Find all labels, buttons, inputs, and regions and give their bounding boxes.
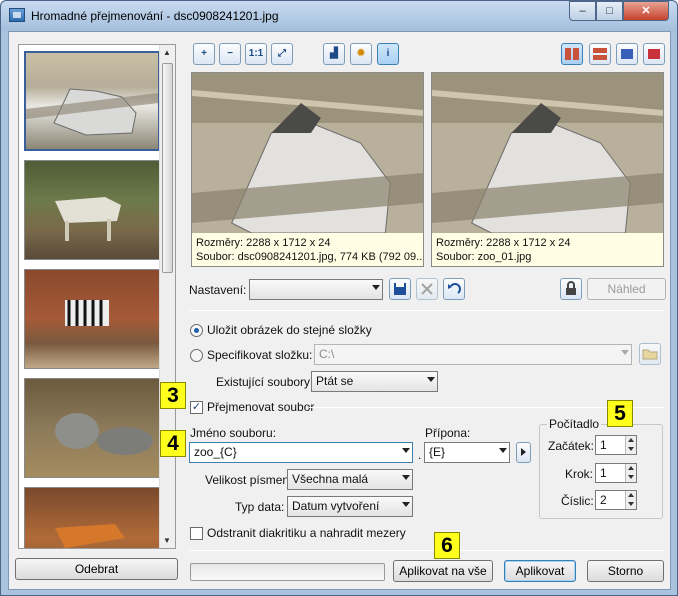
date-type-select[interactable]: Datum vytvoření <box>287 496 413 517</box>
remove-button[interactable]: Odebrat <box>15 558 178 580</box>
undo-icon[interactable] <box>443 278 465 300</box>
actual-size-icon[interactable]: 1:1 <box>245 43 267 65</box>
rename-checkbox[interactable]: ✓ <box>190 401 203 414</box>
counter-step-label: Krok: <box>565 467 594 481</box>
chevron-down-icon <box>402 448 410 453</box>
settings-dropdown[interactable] <box>249 279 383 300</box>
divider <box>189 550 664 551</box>
marker-6: 6 <box>434 532 460 559</box>
folder-input[interactable]: C:\ <box>314 344 632 365</box>
cancel-button[interactable]: Storno <box>587 560 664 582</box>
filename-input[interactable]: zoo_{C} <box>189 442 413 463</box>
settings-label: Nastavení: <box>189 283 247 297</box>
zoom-out-icon[interactable]: − <box>219 43 241 65</box>
tigers-image <box>55 524 125 548</box>
counter-start-input[interactable]: 1 <box>595 435 637 455</box>
chevron-down-icon <box>427 377 435 382</box>
horse-image <box>55 197 121 241</box>
chevron-down-icon <box>621 350 629 355</box>
result-dimensions: Rozměry: 2288 x 1712 x 24 <box>436 237 571 249</box>
counter-title: Počítadlo <box>547 417 602 431</box>
thumbnail-scrollbar[interactable]: ▲ ▼ <box>159 45 175 548</box>
original-dimensions: Rozměry: 2288 x 1712 x 24 <box>196 237 331 249</box>
pony-image <box>26 88 158 136</box>
chevron-down-icon <box>499 448 507 453</box>
zebra-image <box>65 300 109 326</box>
spin-arrows-icon[interactable] <box>625 491 636 509</box>
existing-files-select[interactable]: Ptát se <box>311 371 438 392</box>
same-folder-radio[interactable] <box>190 324 203 337</box>
extension-label: Přípona: <box>425 426 471 440</box>
original-file: Soubor: dsc0908241201.jpg, 774 KB (792 0… <box>196 251 422 263</box>
spin-arrows-icon[interactable] <box>625 436 636 454</box>
apply-button[interactable]: Aplikovat <box>504 560 576 582</box>
window: Hromadné přejmenování - dsc0908241201.jp… <box>0 0 678 596</box>
specify-folder-label: Specifikovat složku: <box>207 348 313 362</box>
remove-diacritics-checkbox[interactable] <box>190 527 203 540</box>
preview-button[interactable]: Náhled <box>587 278 666 300</box>
split-vertical-icon[interactable] <box>561 43 583 65</box>
preview-result: Rozměry: 2288 x 1712 x 24 Soubor: zoo_01… <box>431 72 664 267</box>
same-folder-label: Uložit obrázek do stejné složky <box>207 323 372 337</box>
spin-arrows-icon[interactable] <box>625 464 636 482</box>
close-button[interactable]: ✕ <box>623 1 669 21</box>
progress-bar <box>190 563 385 581</box>
lock-icon[interactable] <box>560 278 582 300</box>
result-view-icon[interactable] <box>643 43 665 65</box>
apply-all-button[interactable]: Aplikovat na vše <box>393 560 493 582</box>
preview-original: Rozměry: 2288 x 1712 x 24 Soubor: dsc090… <box>191 72 424 267</box>
chevron-down-icon <box>372 285 380 290</box>
counter-start-label: Začátek: <box>548 439 595 453</box>
delete-settings-icon[interactable] <box>416 278 438 300</box>
remove-diacritics-label: Odstranit diakritiku a nahradit mezery <box>207 526 406 540</box>
thumbnail-horse[interactable] <box>24 160 160 260</box>
chevron-down-icon <box>402 502 410 507</box>
counter-digits-label: Číslic: <box>561 494 594 508</box>
histogram-icon[interactable]: ▟ <box>323 43 345 65</box>
marker-4: 4 <box>160 430 186 457</box>
minimize-button[interactable]: ‒ <box>569 1 596 21</box>
specify-folder-radio[interactable] <box>190 349 203 362</box>
dialog-client: ▲ ▼ Odebrat + − 1:1 ⤢ ▟ ✹ i Rozměry: 228… <box>8 31 671 590</box>
split-horizontal-icon[interactable] <box>589 43 611 65</box>
rename-label: Přejmenovat soubor <box>207 400 315 414</box>
insert-macro-icon[interactable] <box>516 442 531 463</box>
preview-result-image <box>432 73 663 233</box>
title-bar[interactable]: Hromadné přejmenování - dsc0908241201.jp… <box>1 1 677 31</box>
scroll-down-icon[interactable]: ▼ <box>163 536 171 545</box>
browse-folder-icon[interactable] <box>639 343 661 365</box>
scrollbar-thumb[interactable] <box>162 63 173 273</box>
letter-case-label: Velikost písmen: <box>205 473 293 487</box>
chevron-down-icon <box>402 475 410 480</box>
elephants-image <box>55 413 153 455</box>
counter-digits-input[interactable]: 2 <box>595 490 637 510</box>
fit-window-icon[interactable]: ⤢ <box>271 43 293 65</box>
preview-original-image <box>192 73 423 233</box>
divider <box>189 310 664 311</box>
thumbnail-list[interactable]: ▲ ▼ <box>18 44 176 549</box>
marker-3: 3 <box>160 382 186 409</box>
date-type-label: Typ data: <box>235 500 285 514</box>
original-view-icon[interactable] <box>616 43 638 65</box>
save-settings-icon[interactable] <box>389 278 411 300</box>
result-file: Soubor: zoo_01.jpg <box>436 251 532 263</box>
effects-icon[interactable]: ✹ <box>350 43 372 65</box>
extension-input[interactable]: {E} <box>424 442 510 463</box>
thumbnail-zebra[interactable] <box>24 269 160 369</box>
counter-step-input[interactable]: 1 <box>595 463 637 483</box>
marker-5: 5 <box>607 400 633 427</box>
thumbnail-elephants[interactable] <box>24 378 160 478</box>
app-icon <box>9 8 25 22</box>
thumbnail-pony-selected[interactable] <box>24 51 160 151</box>
maximize-button[interactable]: □ <box>596 1 623 21</box>
info-icon[interactable]: i <box>377 43 399 65</box>
thumbnail-tigers[interactable] <box>24 487 160 548</box>
filename-label: Jméno souboru: <box>190 426 277 440</box>
zoom-in-icon[interactable]: + <box>193 43 215 65</box>
window-title: Hromadné přejmenování - dsc0908241201.jp… <box>31 9 279 23</box>
existing-files-label: Existující soubory: <box>216 375 314 389</box>
scroll-up-icon[interactable]: ▲ <box>163 48 171 57</box>
letter-case-select[interactable]: Všechna malá <box>287 469 413 490</box>
dot-separator: . <box>418 448 422 462</box>
